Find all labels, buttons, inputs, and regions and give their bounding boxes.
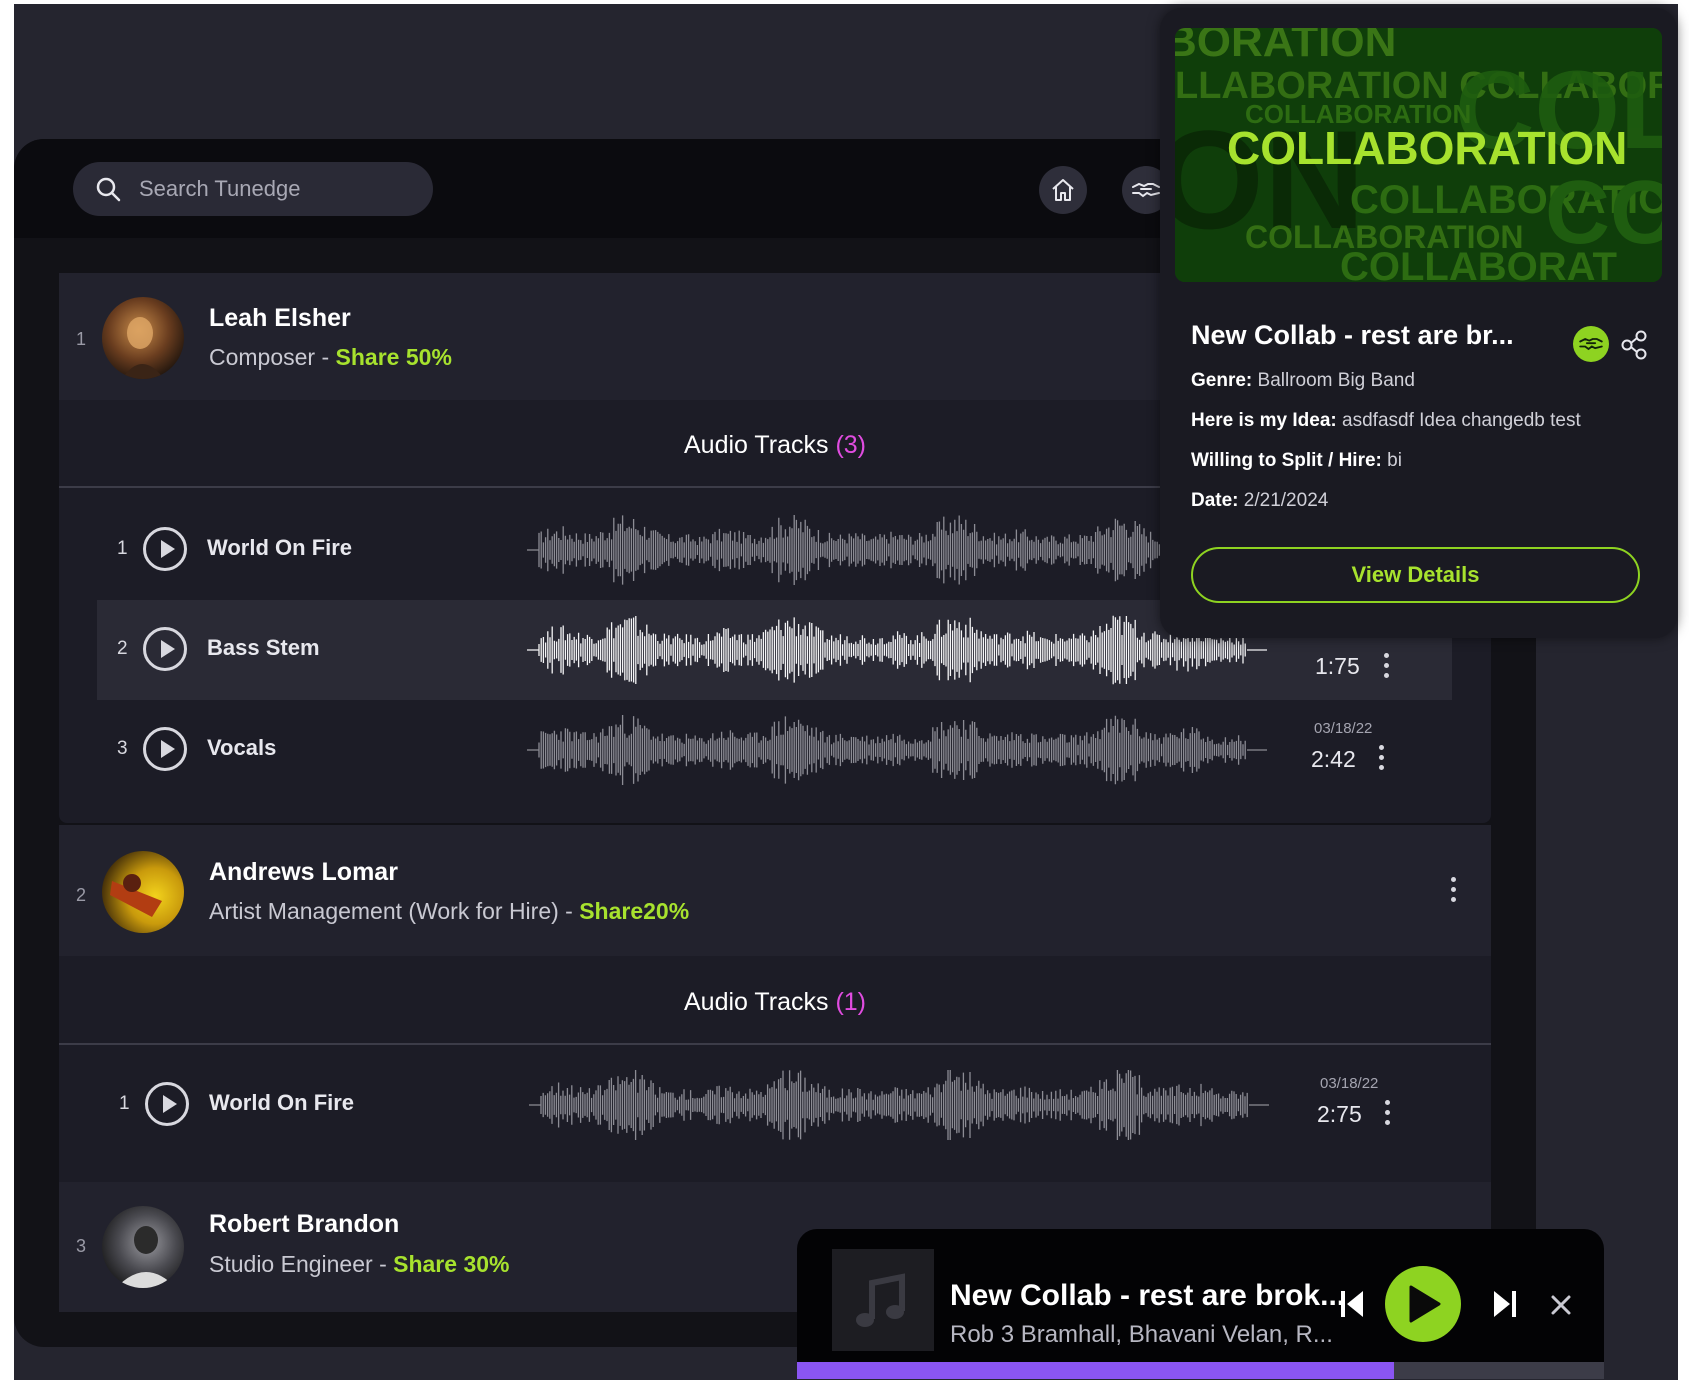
home-button[interactable] [1039,166,1087,214]
play-icon[interactable] [143,527,187,571]
divider [59,1043,1491,1045]
track-duration: 2:42 [1311,746,1356,772]
waveform[interactable] [527,715,1267,785]
split-value: bi [1387,450,1402,471]
member-index: 1 [76,329,87,349]
idea-value: asdfasdf Idea changedb test [1342,410,1581,431]
search-input[interactable] [137,175,391,203]
track-title: Vocals [207,735,277,760]
collab-badge[interactable] [1573,326,1609,362]
track-duration: 2:75 [1317,1101,1362,1127]
member-name: Leah Elsher [209,304,351,332]
view-details-button[interactable]: View Details [1191,547,1640,603]
member-role: Composer - Share 50% [209,344,452,371]
player-title: New Collab - rest are brok... [950,1279,1346,1312]
audio-tracks-count: (1) [835,988,867,1016]
idea-line: Here is my Idea: asdfasdf Idea changedb … [1191,410,1581,432]
track-title: World On Fire [207,535,353,560]
more-options-icon[interactable] [1384,653,1390,683]
role-text: Studio Engineer - [209,1251,394,1277]
split-line: Willing to Split / Hire: bi [1191,450,1402,472]
more-options-icon[interactable] [1451,877,1457,907]
genre-label: Genre: [1191,370,1253,391]
track-title: World On Fire [209,1090,355,1115]
play-icon[interactable] [143,627,187,671]
member-role: Studio Engineer - Share 30% [209,1251,509,1278]
member-index: 2 [76,885,87,905]
track-number: 3 [117,738,128,759]
track-date: 03/18/22 [1320,1075,1379,1092]
more-options-icon[interactable] [1385,1100,1391,1130]
role-text: Composer - [209,344,336,370]
progress-fill [797,1362,1395,1379]
cover-text: COLLABORATION [1227,122,1627,174]
member-name: Robert Brandon [209,1210,400,1238]
split-label: Willing to Split / Hire: [1191,450,1382,471]
date-line: Date: 2/21/2024 [1191,490,1328,512]
genre-line: Genre: Ballroom Big Band [1191,370,1415,392]
music-note-icon [832,1249,934,1351]
collab-title: New Collab - rest are br... [1191,320,1514,350]
track-title: Bass Stem [207,635,320,660]
member-role: Artist Management (Work for Hire) - Shar… [209,898,689,925]
audio-tracks-label: Audio Tracks [683,431,829,459]
member-index: 3 [76,1236,87,1256]
share-badge: Share20% [579,898,690,924]
track-row[interactable]: 3 Vocals 03/18/22 2:42 [97,700,1452,800]
waveform[interactable] [527,515,1267,585]
search-bar[interactable] [73,162,433,216]
handshake-icon [1132,182,1160,198]
play-icon [1409,1285,1441,1323]
collab-popup: BORATION LLABORATION COLLABORATION COLLA… [1160,8,1677,638]
player-artists: Rob 3 Bramhall, Bhavani Velan, R... [950,1321,1333,1348]
track-number: 1 [117,538,128,559]
handshake-icon [1579,337,1603,351]
member-name: Andrews Lomar [209,858,398,886]
audio-tracks-count: (3) [835,431,867,459]
search-icon [96,177,121,202]
share-badge: Share 30% [393,1251,510,1277]
waveform[interactable] [527,615,1267,685]
date-label: Date: [1191,490,1239,511]
track-row[interactable]: 1 World On Fire 03/18/22 2:75 [99,1055,1454,1155]
track-date: 03/18/22 [1314,720,1373,737]
play-icon[interactable] [145,1082,189,1126]
svg-text:COLLABORAT: COLLABORAT [1340,245,1617,282]
share-icon[interactable] [1620,330,1648,360]
play-button[interactable] [1385,1266,1461,1342]
waveform[interactable] [529,1070,1269,1140]
mini-player: New Collab - rest are brok... Rob 3 Bram… [797,1229,1604,1379]
track-number: 2 [117,638,128,659]
member-header[interactable]: 2 Andrews Lomar Artist Management (Work … [59,825,1491,956]
track-duration: 1:75 [1315,653,1360,679]
more-options-icon[interactable] [1379,745,1385,775]
avatar [102,851,184,933]
idea-label: Here is my Idea: [1191,410,1337,431]
close-icon[interactable] [1550,1294,1572,1316]
audio-tracks-heading: Audio Tracks (1) [59,988,1491,1017]
collab-cover-image: BORATION LLABORATION COLLABORATION COLLA… [1175,28,1662,282]
avatar [102,1206,184,1288]
audio-tracks-label: Audio Tracks [683,988,829,1016]
genre-value: Ballroom Big Band [1257,370,1415,391]
progress-bar[interactable] [797,1362,1604,1379]
track-number: 1 [119,1093,130,1114]
home-icon [1052,179,1074,201]
play-icon[interactable] [143,727,187,771]
date-value: 2/21/2024 [1243,490,1329,511]
avatar [102,297,184,379]
next-icon[interactable] [1492,1289,1518,1319]
svg-text:BORATION: BORATION [1175,28,1396,66]
share-badge: Share 50% [335,344,452,370]
role-text: Artist Management (Work for Hire) - [209,898,580,924]
previous-icon[interactable] [1339,1289,1365,1319]
